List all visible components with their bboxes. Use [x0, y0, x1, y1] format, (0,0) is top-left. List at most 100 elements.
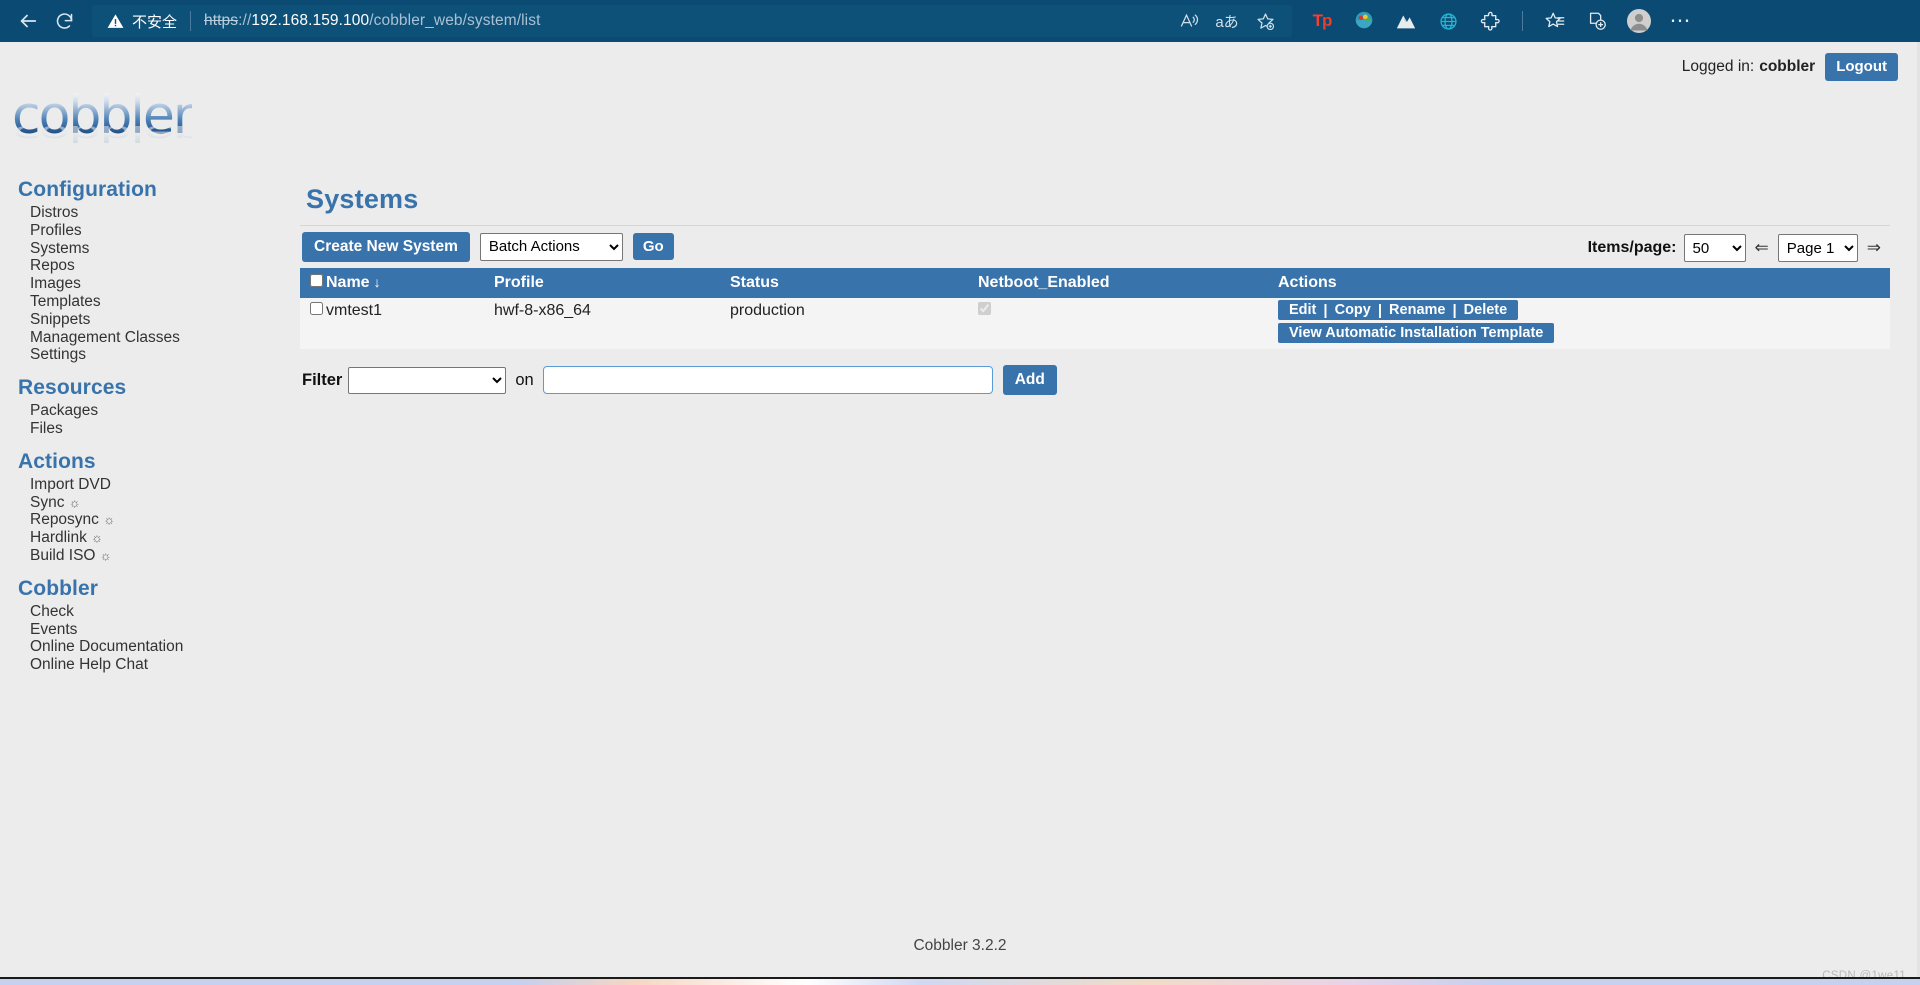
sidebar-item-templates[interactable]: Templates — [30, 293, 300, 311]
favorites-icon[interactable] — [1539, 5, 1571, 37]
add-favorite-icon[interactable] — [1248, 6, 1282, 36]
pagination-controls: Items/page: 50 ⇐ Page 1 ⇒ — [1588, 234, 1890, 262]
column-label-name: Name — [326, 274, 370, 291]
cell-netboot-enabled — [978, 298, 1278, 349]
gear-icon: ☼ — [91, 530, 104, 546]
table-header-row: Name ↓ Profile Status Netboot_Enabled Act… — [300, 268, 1890, 298]
address-divider — [190, 11, 192, 31]
collections-icon[interactable] — [1581, 5, 1613, 37]
systems-table: Name ↓ Profile Status Netboot_Enabled Act… — [300, 268, 1890, 349]
sidebar-heading-configuration: Configuration — [18, 178, 157, 201]
url-text: https://192.168.159.100/cobbler_web/syst… — [204, 12, 540, 30]
footer: Cobbler 3.2.2 — [913, 937, 1007, 954]
back-arrow-icon[interactable] — [10, 5, 46, 37]
add-filter-button[interactable]: Add — [1002, 365, 1057, 395]
table-header: Name ↓ Profile Status Netboot_Enabled Act… — [300, 268, 1890, 298]
column-header-netboot-enabled[interactable]: Netboot_Enabled — [978, 268, 1278, 298]
reload-icon[interactable] — [46, 5, 82, 37]
settings-more-icon[interactable]: ⋯ — [1665, 5, 1697, 37]
create-new-system-button[interactable]: Create New System — [302, 231, 470, 262]
view-automatic-installation-template-link[interactable]: View Automatic Installation Template — [1284, 324, 1548, 342]
gear-icon: ☼ — [68, 494, 81, 510]
sort-desc-icon: ↓ — [373, 274, 381, 290]
read-aloud-icon[interactable] — [1172, 6, 1206, 36]
sidebar-item-distros[interactable]: Distros — [30, 204, 300, 222]
tp-extension-icon[interactable]: Tp — [1306, 5, 1338, 37]
site-security-chip[interactable]: 不安全 — [106, 11, 177, 32]
sidebar-item-import-dvd[interactable]: Import DVD — [30, 476, 300, 494]
sidebar-item-online-documentation[interactable]: Online Documentation — [30, 638, 300, 656]
action-separator: | — [1377, 301, 1383, 319]
row-secondary-action-group: View Automatic Installation Template — [1278, 323, 1555, 343]
cell-status: production — [730, 298, 978, 349]
next-page-icon[interactable]: ⇒ — [1867, 238, 1881, 258]
items-per-page-select[interactable]: 50 — [1683, 234, 1746, 262]
logout-button[interactable]: Logout — [1825, 53, 1898, 81]
copy-link[interactable]: Copy — [1330, 301, 1376, 319]
systems-toolbar: Create New System Batch Actions Go Items… — [300, 225, 1890, 262]
color-palette-extension-icon[interactable] — [1348, 5, 1380, 37]
sidebar-item-profiles[interactable]: Profiles — [30, 222, 300, 240]
sidebar-item-settings[interactable]: Settings — [30, 346, 300, 364]
sidebar-item-hardlink[interactable]: Hardlink ☼ — [30, 529, 300, 547]
sidebar-item-packages[interactable]: Packages — [30, 402, 300, 420]
sidebar-item-files[interactable]: Files — [30, 420, 300, 438]
edit-link[interactable]: Edit — [1284, 301, 1321, 319]
os-taskbar[interactable] — [0, 977, 1920, 985]
sidebar-item-label: Reposync — [30, 511, 99, 529]
select-all-checkbox[interactable] — [310, 274, 323, 287]
filter-field-select[interactable] — [348, 366, 507, 394]
column-header-status[interactable]: Status — [730, 268, 978, 298]
translate-icon[interactable]: aあ — [1210, 6, 1244, 36]
cobbler-logo-reflection: cobbler — [12, 120, 193, 146]
url-path: /cobbler_web/system/list — [369, 12, 541, 29]
sidebar-item-management-classes[interactable]: Management Classes — [30, 329, 300, 347]
column-select-all — [300, 268, 326, 298]
column-header-profile[interactable]: Profile — [494, 268, 730, 298]
filter-row: Filter on Add — [300, 365, 1890, 395]
sidebar-item-repos[interactable]: Repos — [30, 257, 300, 275]
rename-link[interactable]: Rename — [1384, 301, 1450, 319]
sidebar-item-online-help-chat[interactable]: Online Help Chat — [30, 656, 300, 674]
action-separator: | — [1452, 301, 1457, 319]
action-separator: | — [1323, 301, 1328, 319]
gear-icon: ☼ — [99, 547, 112, 563]
column-header-actions: Actions — [1278, 268, 1890, 298]
sidebar-heading-actions: Actions — [18, 449, 96, 473]
column-header-name[interactable]: Name ↓ — [326, 268, 494, 298]
browser-chrome: 不安全 https://192.168.159.100/cobbler_web/… — [0, 0, 1920, 42]
address-bar[interactable]: 不安全 https://192.168.159.100/cobbler_web/… — [92, 5, 1292, 37]
page-select[interactable]: Page 1 — [1777, 234, 1858, 262]
sidebar: cobbler cobbler Configuration Distros Pr… — [0, 88, 300, 674]
sidebar-item-build-iso[interactable]: Build ISO ☼ — [30, 547, 300, 565]
sidebar-item-images[interactable]: Images — [30, 275, 300, 293]
row-select-checkbox[interactable] — [310, 302, 323, 315]
sidebar-item-label: Build ISO — [30, 546, 96, 564]
previous-page-icon[interactable]: ⇐ — [1755, 238, 1769, 258]
warning-triangle-icon — [107, 13, 124, 28]
sidebar-section-configuration: Configuration Distros Profiles Systems R… — [0, 178, 300, 364]
sidebar-item-sync[interactable]: Sync ☼ — [30, 494, 300, 512]
puzzle-extensions-icon[interactable] — [1474, 5, 1506, 37]
sidebar-item-systems[interactable]: Systems — [30, 240, 300, 258]
cobbler-logo[interactable]: cobbler cobbler — [12, 88, 252, 166]
sidebar-heading-cobbler: Cobbler — [18, 576, 99, 600]
globe-extension-icon[interactable] — [1432, 5, 1464, 37]
profile-avatar-icon[interactable] — [1623, 5, 1655, 37]
table-row: vmtest1 hwf-8-x86_64 production Edit | C… — [300, 298, 1890, 349]
batch-actions-select[interactable]: Batch Actions — [479, 232, 623, 261]
sidebar-item-events[interactable]: Events — [30, 621, 300, 639]
sidebar-item-snippets[interactable]: Snippets — [30, 311, 300, 329]
main-content: Systems Create New System Batch Actions … — [300, 88, 1890, 395]
delete-link[interactable]: Delete — [1459, 301, 1513, 319]
url-scheme: https — [204, 12, 239, 29]
filter-value-input[interactable] — [542, 366, 993, 394]
gear-icon: ☼ — [103, 512, 116, 528]
sidebar-item-check[interactable]: Check — [30, 603, 300, 621]
sidebar-item-label: Sync — [30, 493, 65, 511]
sidebar-item-reposync[interactable]: Reposync ☼ — [30, 511, 300, 529]
sidebar-item-label: Import DVD — [30, 475, 111, 493]
sidebar-item-label: Hardlink — [30, 529, 87, 547]
mountain-extension-icon[interactable] — [1390, 5, 1422, 37]
go-button[interactable]: Go — [632, 233, 674, 260]
